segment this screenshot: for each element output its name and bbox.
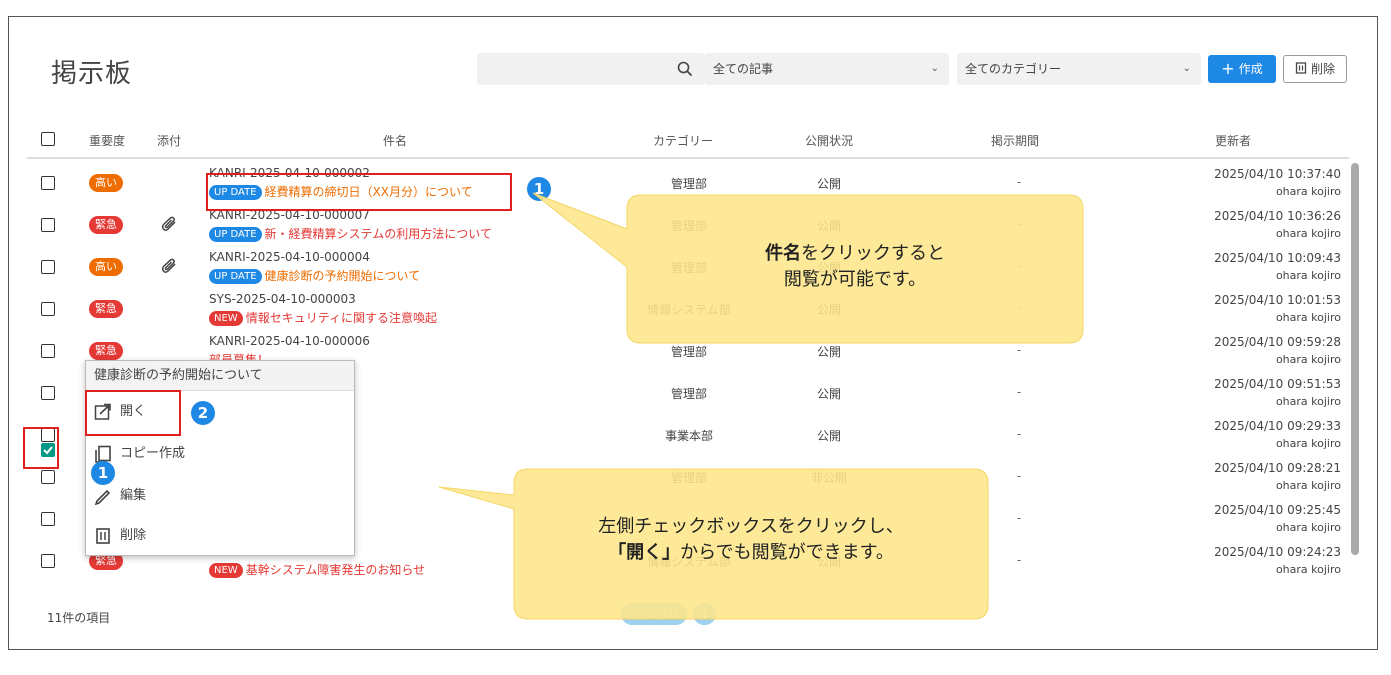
callout-2-rest: からでも閲覧ができます。 bbox=[680, 542, 894, 563]
callout-1-line2: 閲覧が可能です。 bbox=[783, 269, 927, 290]
callout-1-rest: をクリックすると bbox=[801, 243, 945, 264]
callout-2-line1: 左側チェックボックスをクリックし、 bbox=[598, 516, 904, 537]
callout-1-text: 件名をクリックすると 閲覧が可能です。 bbox=[627, 241, 1083, 293]
callout-1-bold: 件名 bbox=[765, 243, 801, 264]
callout-2-text: 左側チェックボックスをクリックし、 「開く」からでも閲覧ができます。 bbox=[514, 514, 988, 566]
callout-2-bold: 「開く」 bbox=[608, 542, 681, 563]
bulletin-board-window: 掲示板 全ての記事 ⌄ 全てのカテゴリー ⌄ + 作成 削除 重要度 添付 件名 … bbox=[8, 16, 1378, 650]
